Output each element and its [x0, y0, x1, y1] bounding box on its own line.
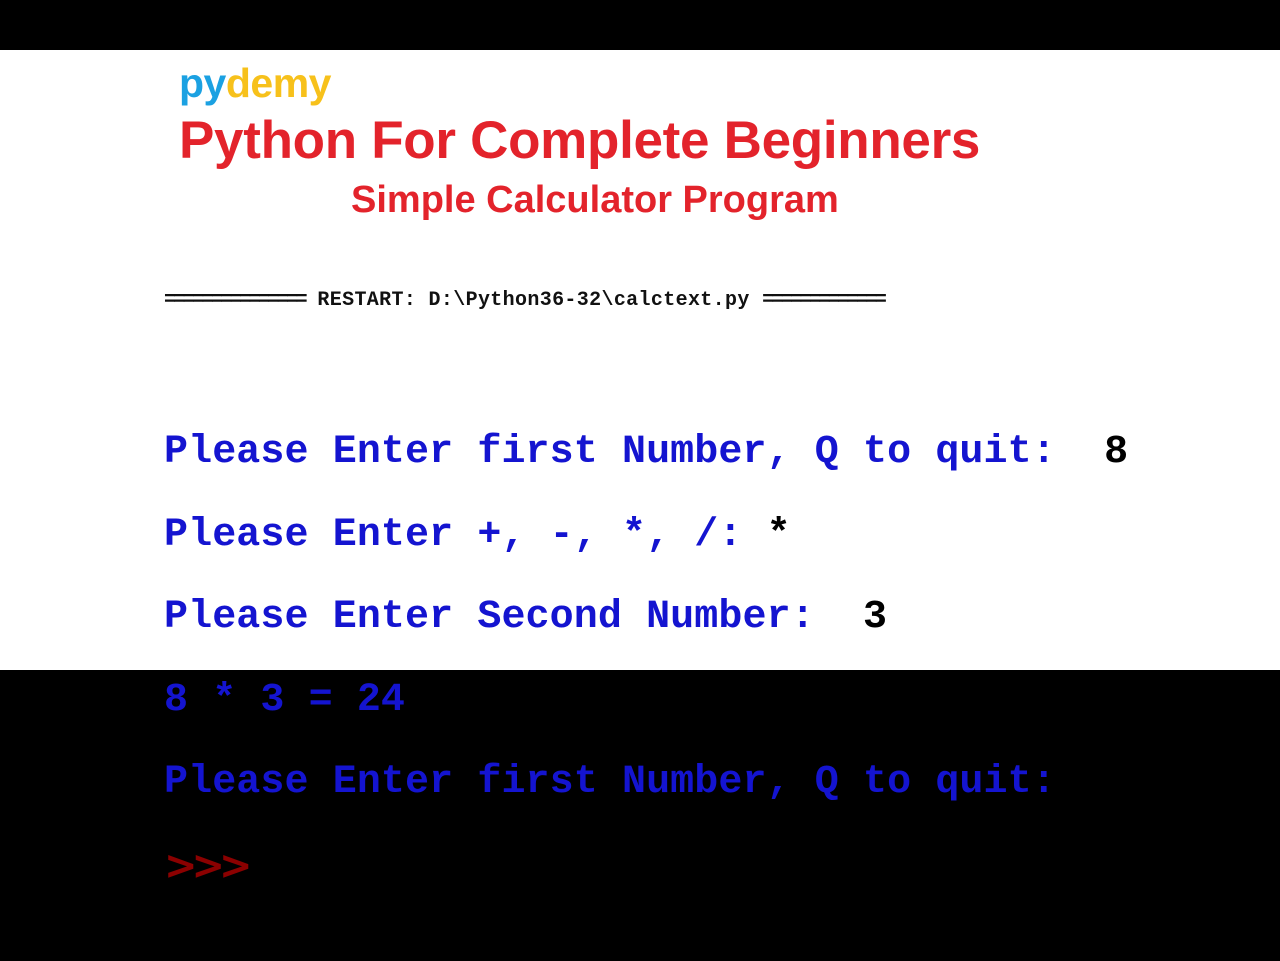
pydemy-logo: pydemy [179, 63, 331, 104]
lesson-subtitle: Simple Calculator Program [351, 179, 839, 221]
program-output: Please Enter first Number, Q to quit: [164, 760, 1105, 805]
program-output: Please Enter Second Number: [164, 595, 864, 640]
restart-text: RESTART: D:\Python36-32\calctext.py [305, 289, 763, 312]
python-shell-output: =============== RESTART: D:\Python36-32\… [164, 252, 1128, 961]
shell-line: 8 * 3 = 24 [164, 678, 1128, 725]
video-frame: pydemy Python For Complete Beginners Sim… [0, 50, 1280, 889]
shell-prompt[interactable]: >>> [164, 843, 1128, 889]
user-input: 3 [863, 595, 888, 640]
program-output: Please Enter first Number, Q to quit: [164, 430, 1105, 475]
course-title: Python For Complete Beginners [179, 111, 981, 170]
shell-lines: Please Enter first Number, Q to quit: 8 … [164, 394, 1128, 925]
restart-right-rule: ============= [762, 289, 887, 312]
restart-left-rule: =============== [164, 289, 308, 312]
shell-line: Please Enter first Number, Q to quit: 8 [164, 430, 1128, 477]
shell-line: Please Enter Second Number: 3 [164, 595, 1128, 642]
user-input: * [766, 512, 791, 558]
logo-part-demy: demy [225, 60, 332, 106]
shell-line: Please Enter +, -, *, /: * [164, 513, 1128, 560]
program-output: 8 * 3 = 24 [164, 677, 406, 723]
user-input: 8 [1104, 430, 1129, 475]
user-input: Q [1104, 760, 1129, 805]
logo-part-py: py [179, 60, 226, 106]
shell-line: Please Enter first Number, Q to quit: Q [164, 760, 1128, 807]
program-output: Please Enter +, -, *, /: [164, 512, 767, 558]
restart-banner: =============== RESTART: D:\Python36-32\… [164, 288, 1128, 314]
